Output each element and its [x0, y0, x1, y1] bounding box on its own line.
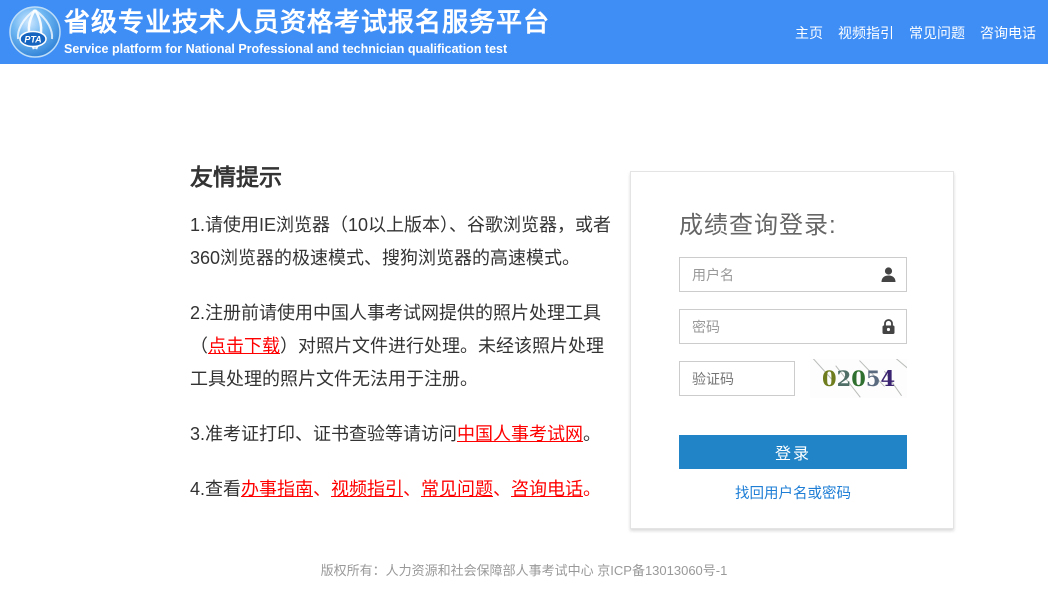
- captcha-field-row: 0 2 0 5 4: [679, 359, 907, 398]
- nav-hotline[interactable]: 咨询电话: [980, 23, 1036, 43]
- tip-3-text-pre: 3.准考证打印、证书查验等请访问: [190, 424, 458, 444]
- username-input[interactable]: [679, 257, 907, 292]
- tip-item-3: 3.准考证打印、证书查验等请访问中国人事考试网。: [190, 418, 620, 451]
- captcha-digit: 0: [851, 366, 866, 391]
- password-field-row: [679, 309, 907, 344]
- tip-item-1: 1.请使用IE浏览器（10以上版本）、谷歌浏览器，或者360浏览器的极速模式、搜…: [190, 215, 612, 268]
- site-subtitle: Service platform for National Profession…: [64, 42, 508, 56]
- captcha-digit: 2: [836, 366, 852, 391]
- tip-item-4: 4.查看办事指南、视频指引、常见问题、咨询电话。: [190, 473, 620, 506]
- tip-3-text-post: 。: [583, 424, 602, 444]
- tip-4-separator: 、: [403, 479, 422, 499]
- download-photo-tool-link[interactable]: 点击下载: [208, 336, 280, 356]
- captcha-digit: 5: [865, 366, 881, 391]
- login-button[interactable]: 登录: [679, 435, 907, 469]
- username-field-row: [679, 257, 907, 292]
- captcha-digit: 0: [821, 366, 837, 391]
- captcha-image[interactable]: 0 2 0 5 4: [810, 359, 907, 398]
- top-nav: 主页 视频指引 常见问题 咨询电话: [795, 23, 1036, 43]
- captcha-noise-line: [895, 359, 907, 370]
- captcha-digit: 4: [880, 366, 896, 391]
- header: PTA 省级专业技术人员资格考试报名服务平台 Service platform …: [0, 0, 1048, 64]
- friendly-tips-section: 友情提示 1.请使用IE浏览器（10以上版本）、谷歌浏览器，或者360浏览器的极…: [190, 158, 620, 506]
- forgot-credentials-row: 找回用户名或密码: [679, 482, 907, 503]
- faq-link[interactable]: 常见问题: [421, 479, 493, 499]
- nav-home[interactable]: 主页: [795, 23, 823, 43]
- tip-4-separator: 、: [313, 479, 332, 499]
- tip-4-text-pre: 4.查看: [190, 479, 242, 499]
- cpta-website-link[interactable]: 中国人事考试网: [457, 424, 583, 444]
- service-guide-link[interactable]: 办事指南: [241, 479, 313, 499]
- site-title: 省级专业技术人员资格考试报名服务平台: [64, 7, 551, 37]
- score-query-login-panel: 成绩查询登录: 用户名 验证码 0 2 0 5 4 登录 找回用户名或密码: [630, 171, 954, 529]
- password-input[interactable]: [679, 309, 907, 344]
- video-guide-link[interactable]: 视频指引: [331, 479, 403, 499]
- hotline-link[interactable]: 咨询电话: [511, 479, 583, 499]
- tip-4-separator: 、: [493, 479, 512, 499]
- pta-logo-icon: PTA: [8, 5, 62, 59]
- nav-faq[interactable]: 常见问题: [909, 23, 965, 43]
- pta-logo-text: PTA: [24, 35, 41, 45]
- tips-heading: 友情提示: [190, 164, 282, 190]
- copyright-footer: 版权所有：人力资源和社会保障部人事考试中心 京ICP备13013060号-1: [320, 563, 728, 578]
- tip-4-text-post: 。: [583, 479, 602, 499]
- forgot-credentials-link[interactable]: 找回用户名或密码: [735, 486, 851, 502]
- header-title-block: 省级专业技术人员资格考试报名服务平台 Service platform for …: [64, 7, 550, 56]
- login-panel-title: 成绩查询登录:: [679, 212, 837, 239]
- tip-item-2: 2.注册前请使用中国人事考试网提供的照片处理工具（点击下载）对照片文件进行处理。…: [190, 297, 620, 396]
- captcha-input[interactable]: [679, 361, 795, 396]
- nav-video-guide[interactable]: 视频指引: [838, 23, 894, 43]
